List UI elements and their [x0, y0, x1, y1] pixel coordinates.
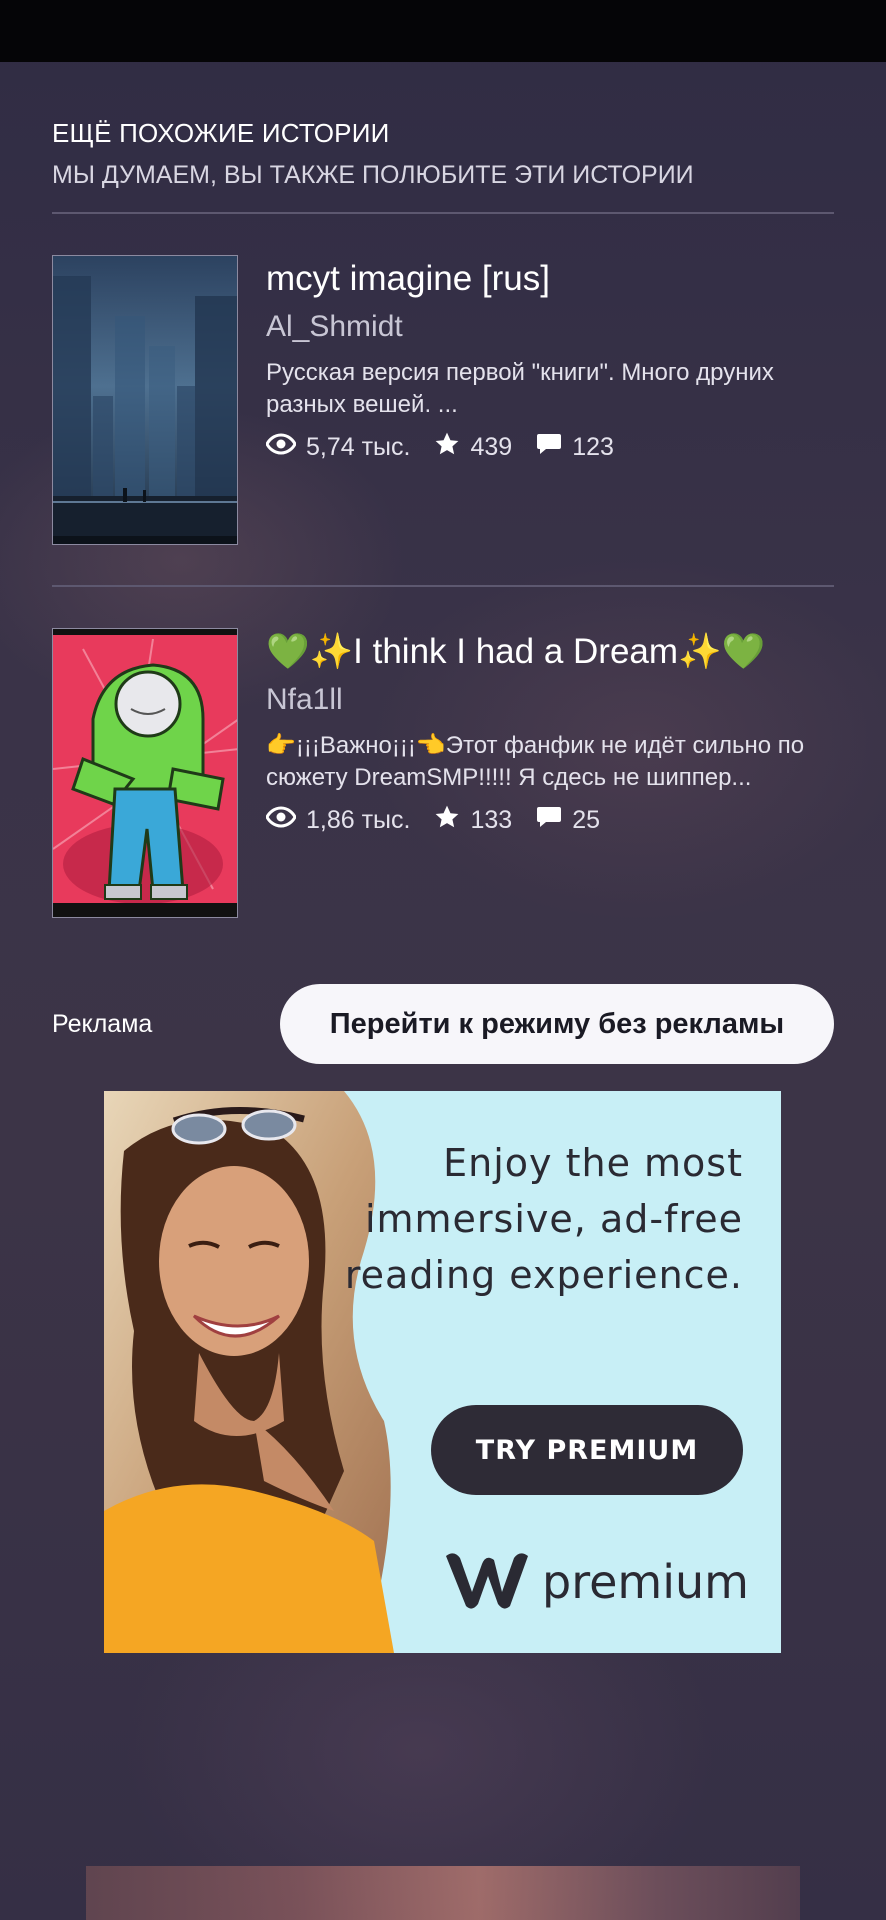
story-cover-image[interactable] [52, 628, 238, 918]
comments-count: 123 [572, 432, 614, 461]
story-description: 👉¡¡¡Важно¡¡¡👈Этот фанфик не идёт сильно … [266, 732, 805, 791]
story-author[interactable]: Nfa1ll [266, 682, 836, 718]
story-title[interactable]: mcyt imagine [rus] [266, 259, 836, 299]
section-title: ЕЩЁ ПОХОЖИЕ ИСТОРИИ [52, 118, 390, 148]
reads-count: 5,74 тыс. [306, 432, 411, 461]
story-card[interactable]: 💚✨I think I had a Dream✨💚 Nfa1ll 👉¡¡¡Важ… [52, 628, 834, 918]
ad-headline: Enjoy the most immersive, ad-free readin… [344, 1141, 743, 1297]
section-subtitle: МЫ ДУМАЕМ, ВЫ ТАКЖЕ ПОЛЮБИТЕ ЭТИ ИСТОРИИ [52, 161, 694, 189]
comments-count: 25 [572, 805, 600, 834]
story-card[interactable]: mcyt imagine [rus] Al_Shmidt Русская вер… [52, 255, 834, 545]
similar-stories-header: ЕЩЁ ПОХОЖИЕ ИСТОРИИ МЫ ДУМАЕМ, ВЫ ТАКЖЕ … [52, 118, 834, 190]
story-title[interactable]: 💚✨I think I had a Dream✨💚 [266, 632, 836, 672]
comments-stat: 25 [536, 805, 600, 836]
story-cover-image[interactable] [52, 255, 238, 545]
story-author[interactable]: Al_Shmidt [266, 309, 836, 345]
votes-stat: 439 [434, 431, 512, 464]
star-icon [434, 431, 470, 464]
next-ad-preview[interactable] [86, 1866, 800, 1920]
try-premium-button[interactable]: TRY PREMIUM [431, 1405, 743, 1495]
votes-stat: 133 [434, 804, 512, 837]
story-description: Русская версия первой "книги". Много дру… [266, 359, 774, 418]
ad-free-mode-button[interactable]: Перейти к режиму без рекламы [280, 984, 834, 1064]
story-stats: 1,86 тыс. 133 25 [265, 802, 836, 838]
status-bar [0, 0, 886, 62]
story-stats: 5,74 тыс. 439 123 [265, 429, 836, 465]
star-icon [434, 804, 470, 837]
divider [52, 585, 834, 587]
divider [52, 212, 834, 214]
comment-icon [536, 432, 572, 463]
comments-stat: 123 [536, 432, 614, 463]
reads-stat: 1,86 тыс. [265, 805, 411, 835]
ad-label: Реклама [52, 1010, 153, 1038]
wattpad-premium-logo: premium [440, 1545, 750, 1619]
votes-count: 133 [470, 805, 513, 834]
ad-banner[interactable]: Enjoy the most immersive, ad-free readin… [104, 1091, 781, 1653]
wattpad-w-icon [440, 1548, 532, 1617]
reads-stat: 5,74 тыс. [265, 432, 411, 462]
eye-icon [265, 805, 306, 835]
reads-count: 1,86 тыс. [306, 805, 411, 834]
comment-icon [536, 805, 572, 836]
premium-brand-text: premium [542, 1555, 749, 1609]
eye-icon [265, 432, 306, 462]
ad-row: Реклама Перейти к режиму без рекламы [52, 984, 834, 1064]
votes-count: 439 [470, 432, 513, 461]
